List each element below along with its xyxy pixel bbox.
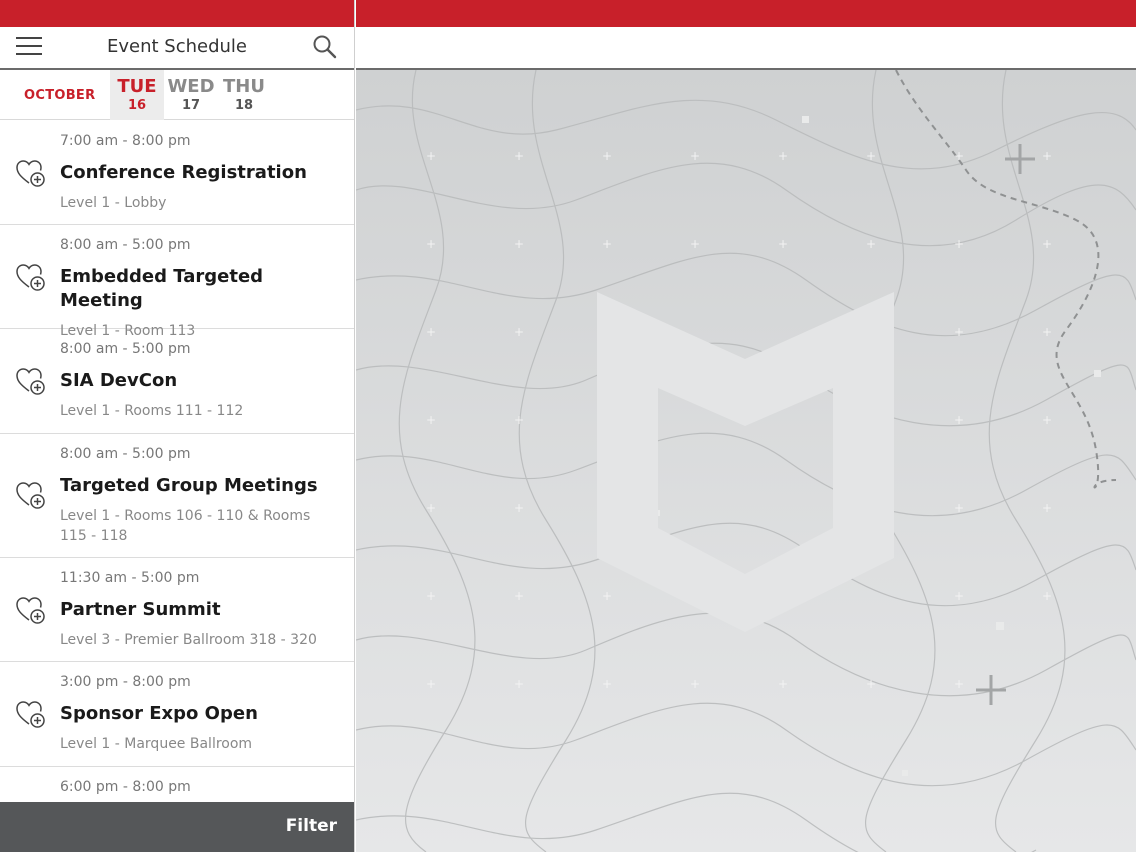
favorite-heart-add-icon[interactable] xyxy=(15,366,47,396)
event-item[interactable]: 3:00 pm - 8:00 pm Sponsor Expo Open Leve… xyxy=(0,662,354,767)
svg-text:+: + xyxy=(1042,325,1052,339)
svg-text:+: + xyxy=(954,149,964,163)
event-location: Level 1 - Rooms 106 - 110 & Rooms 115 - … xyxy=(60,508,311,544)
day-number: 17 xyxy=(181,98,201,113)
event-time: 7:00 am - 8:00 pm xyxy=(60,133,191,149)
status-bar xyxy=(356,0,1136,27)
event-item[interactable]: 8:00 am - 5:00 pm SIA DevCon Level 1 - R… xyxy=(0,329,354,434)
event-time: 8:00 am - 5:00 pm xyxy=(60,341,191,357)
event-title: Partner Summit xyxy=(60,599,221,620)
svg-text:+: + xyxy=(954,413,964,427)
event-list: 7:00 am - 8:00 pm Conference Registratio… xyxy=(0,121,354,802)
day-number: 16 xyxy=(127,98,147,113)
search-icon[interactable] xyxy=(312,34,338,60)
svg-text:+: + xyxy=(426,237,436,251)
app-header: Event Schedule xyxy=(0,27,354,70)
day-number: 18 xyxy=(234,98,254,113)
svg-text:+: + xyxy=(426,589,436,603)
svg-text:+: + xyxy=(602,677,612,691)
svg-text:+: + xyxy=(514,325,524,339)
day-tab-wed[interactable]: WED 17 xyxy=(164,70,218,120)
svg-text:+: + xyxy=(426,325,436,339)
svg-text:+: + xyxy=(954,325,964,339)
day-name: THU xyxy=(223,76,265,97)
event-location: Level 1 - Rooms 111 - 112 xyxy=(60,403,244,419)
event-title: Conference Registration xyxy=(60,162,307,183)
topographic-background: + + + + + + + + + + + + + + + + + + + + + + + + + + + + + + + + + + … xyxy=(356,69,1136,852)
event-item[interactable]: 8:00 am - 5:00 pm Embedded Targeted Meet… xyxy=(0,225,354,339)
svg-text:+: + xyxy=(1042,237,1052,251)
favorite-heart-add-icon[interactable] xyxy=(15,699,47,729)
month-label: OCTOBER xyxy=(24,88,96,103)
svg-text:+: + xyxy=(514,501,524,515)
schedule-panel: Event Schedule OCTOBER TUE 16 WED 17 THU… xyxy=(0,0,355,852)
event-item[interactable]: 11:30 am - 5:00 pm Partner Summit Level … xyxy=(0,558,354,662)
svg-text:+: + xyxy=(954,501,964,515)
svg-text:+: + xyxy=(514,677,524,691)
detail-toolbar xyxy=(356,27,1136,70)
event-location: Level 1 - Marquee Ballroom xyxy=(60,736,253,752)
detail-panel: + + + + + + + + + + + + + + + + + + + + + + + + + + + + + + + + + + … xyxy=(356,0,1136,852)
svg-text:+: + xyxy=(426,501,436,515)
event-location: Level 3 - Premier Ballroom 318 - 320 xyxy=(60,632,317,648)
event-item[interactable]: 7:00 am - 8:00 pm Conference Registratio… xyxy=(0,121,354,225)
favorite-heart-add-icon[interactable] xyxy=(15,480,47,510)
svg-text:+: + xyxy=(954,237,964,251)
event-item[interactable]: 6:00 pm - 8:00 pm xyxy=(0,767,354,802)
svg-text:+: + xyxy=(514,237,524,251)
svg-text:+: + xyxy=(954,589,964,603)
svg-text:+: + xyxy=(954,677,964,691)
favorite-heart-add-icon[interactable] xyxy=(15,158,47,188)
svg-text:+: + xyxy=(690,237,700,251)
date-selector: OCTOBER TUE 16 WED 17 THU 18 xyxy=(0,70,354,120)
favorite-heart-add-icon[interactable] xyxy=(15,262,47,292)
svg-text:+: + xyxy=(866,149,876,163)
event-item[interactable]: 8:00 am - 5:00 pm Targeted Group Meeting… xyxy=(0,434,354,558)
filter-button[interactable]: Filter xyxy=(286,816,337,836)
event-time: 8:00 am - 5:00 pm xyxy=(60,237,191,253)
day-tab-thu[interactable]: THU 18 xyxy=(217,70,271,120)
event-time: 11:30 am - 5:00 pm xyxy=(60,570,200,586)
event-title: Sponsor Expo Open xyxy=(60,703,258,724)
event-title: Targeted Group Meetings xyxy=(60,475,318,496)
svg-text:+: + xyxy=(514,413,524,427)
svg-text:+: + xyxy=(602,589,612,603)
svg-text:+: + xyxy=(1042,413,1052,427)
day-tab-tue[interactable]: TUE 16 xyxy=(110,70,164,120)
svg-text:+: + xyxy=(514,149,524,163)
favorite-heart-add-icon[interactable] xyxy=(15,595,47,625)
day-name: WED xyxy=(167,76,215,97)
event-title: SIA DevCon xyxy=(60,370,178,391)
svg-text:+: + xyxy=(426,413,436,427)
day-name: TUE xyxy=(117,76,157,97)
status-bar xyxy=(0,0,354,27)
svg-text:+: + xyxy=(514,589,524,603)
svg-text:+: + xyxy=(778,237,788,251)
svg-text:+: + xyxy=(426,677,436,691)
svg-text:+: + xyxy=(1042,501,1052,515)
svg-text:+: + xyxy=(690,677,700,691)
svg-text:+: + xyxy=(426,149,436,163)
event-time: 6:00 pm - 8:00 pm xyxy=(60,779,191,795)
event-time: 8:00 am - 5:00 pm xyxy=(60,446,191,462)
svg-text:+: + xyxy=(602,237,612,251)
event-title: Embedded Targeted Meeting xyxy=(60,266,264,311)
svg-text:+: + xyxy=(690,149,700,163)
svg-text:+: + xyxy=(778,149,788,163)
svg-text:+: + xyxy=(778,677,788,691)
svg-text:+: + xyxy=(602,149,612,163)
filter-bar: Filter xyxy=(0,802,354,852)
event-time: 3:00 pm - 8:00 pm xyxy=(60,674,191,690)
event-location: Level 1 - Lobby xyxy=(60,195,167,211)
svg-text:+: + xyxy=(866,237,876,251)
svg-text:+: + xyxy=(1042,149,1052,163)
svg-text:+: + xyxy=(1042,589,1052,603)
svg-text:+: + xyxy=(866,677,876,691)
page-title: Event Schedule xyxy=(106,36,247,57)
